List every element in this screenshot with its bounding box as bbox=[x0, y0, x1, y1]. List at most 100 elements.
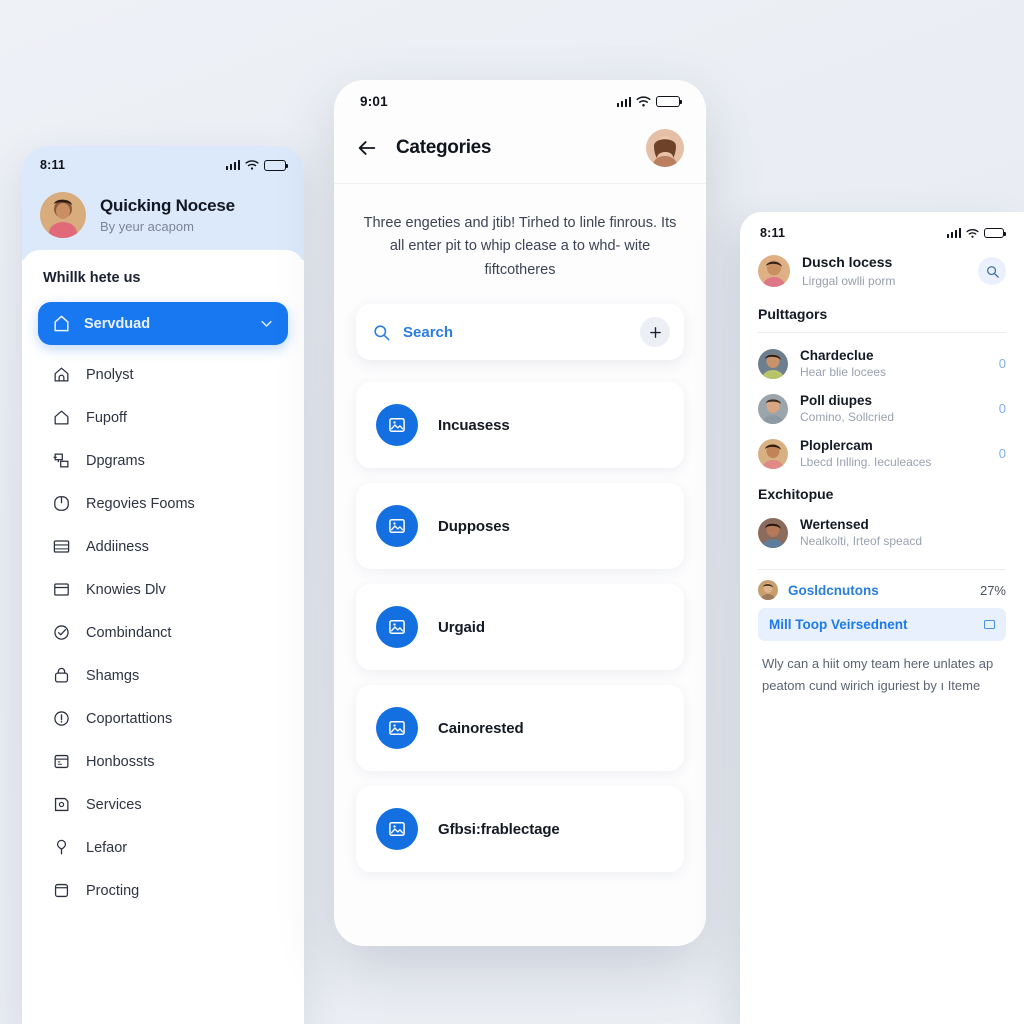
status-badge: 0 bbox=[998, 401, 1006, 416]
sidebar-item-shamgs[interactable]: Shamgs bbox=[38, 654, 288, 697]
alert-circle-icon bbox=[54, 711, 69, 726]
highlighted-item-label: Mill Toop Veirsednent bbox=[769, 617, 908, 632]
add-button[interactable] bbox=[640, 317, 670, 348]
sidebar-section-title: Whillk hete us bbox=[43, 270, 141, 286]
status-time: 9:01 bbox=[360, 94, 388, 109]
sidebar-item-servduad[interactable]: Servduad bbox=[38, 302, 288, 345]
footer-section: Gosldcnutons 27% Mill Toop Veirsednent W… bbox=[740, 570, 1024, 698]
sidebar-item-label: Pnolyst bbox=[86, 366, 134, 383]
list-item-subtitle: Comino, Sollcried bbox=[800, 410, 895, 424]
list-item[interactable]: Urgaid bbox=[356, 584, 684, 671]
check-circle-icon bbox=[54, 625, 69, 640]
avatar[interactable] bbox=[758, 438, 788, 469]
list-item-name: Wertensed bbox=[800, 517, 869, 532]
sidebar-item-honbossts[interactable]: Honbossts bbox=[38, 740, 288, 783]
avatar[interactable] bbox=[758, 580, 778, 600]
search-bar[interactable]: Search bbox=[356, 304, 684, 361]
avatar[interactable] bbox=[646, 129, 684, 167]
sidebar-item-label: Honbossts bbox=[86, 753, 155, 770]
sidebar-item-combindanct[interactable]: Combindanct bbox=[38, 611, 288, 654]
search-button[interactable] bbox=[978, 257, 1006, 285]
contact-subtitle: Lirggal owlli porm bbox=[802, 274, 896, 288]
image-icon bbox=[376, 404, 418, 447]
progress-percent: 27% bbox=[979, 582, 1006, 598]
signal-bars-icon bbox=[616, 96, 631, 107]
sidebar-item-fupoff[interactable]: Fupoff bbox=[38, 396, 288, 439]
list-item[interactable]: Wertensed Nealkolti, Irteof speacd bbox=[740, 510, 1024, 555]
sidebar-item-knowies-dlv[interactable]: Knowies Dlv bbox=[38, 568, 288, 611]
window-icon bbox=[54, 583, 69, 596]
sidebar-item-procting[interactable]: Procting bbox=[38, 869, 288, 912]
image-icon bbox=[376, 707, 418, 750]
window-small-icon bbox=[984, 620, 995, 629]
search-input[interactable]: Search bbox=[403, 324, 628, 341]
sidebar-item-lefaor[interactable]: Lefaor bbox=[38, 826, 288, 869]
sidebar-item-addiiness[interactable]: Addiiness bbox=[38, 525, 288, 568]
sidebar-item-services[interactable]: Services bbox=[38, 783, 288, 826]
calendar-icon bbox=[54, 754, 69, 769]
arrow-left-icon[interactable] bbox=[356, 137, 378, 159]
battery-icon bbox=[264, 159, 289, 171]
list-item[interactable]: Gfbsi:frablectage bbox=[356, 786, 684, 873]
list-item[interactable]: Cainorested bbox=[356, 685, 684, 772]
status-badge: 0 bbox=[998, 356, 1006, 371]
status-time: 8:11 bbox=[40, 158, 66, 172]
right-phone-panel: 8:11 Dusch locess Lirggal owlli porm Pul… bbox=[740, 212, 1024, 1024]
image-icon bbox=[376, 808, 418, 851]
image-icon bbox=[376, 505, 418, 548]
table-icon bbox=[53, 540, 70, 553]
home-alt-icon bbox=[54, 367, 69, 382]
list-item-subtitle: Lbecd Inlling. Ieculeaces bbox=[800, 455, 932, 469]
archive-icon bbox=[54, 883, 69, 898]
list-item-name: Poll diupes bbox=[800, 393, 873, 408]
search-icon bbox=[374, 325, 390, 341]
sidebar-item-label: Knowies Dlv bbox=[86, 581, 166, 598]
divider bbox=[758, 332, 1006, 333]
plus-icon bbox=[649, 327, 661, 338]
sidebar-item-dpgrams[interactable]: Dpgrams bbox=[38, 439, 288, 482]
search-icon bbox=[986, 265, 999, 278]
left-phone-header: 8:11 Quicking Nocese By yeur acapom bbox=[22, 146, 304, 260]
sidebar-item-label: Shamgs bbox=[86, 667, 140, 684]
clock-icon bbox=[54, 496, 69, 511]
sidebar-item-label: Dpgrams bbox=[86, 452, 145, 469]
lock-icon bbox=[54, 667, 69, 683]
avatar[interactable] bbox=[758, 255, 790, 287]
contact-header[interactable]: Dusch locess Lirggal owlli porm bbox=[740, 248, 1024, 302]
sidebar-item-pnolyst[interactable]: Pnolyst bbox=[38, 353, 288, 396]
list-item-label: Dupposes bbox=[438, 517, 510, 535]
sidebar-item-regovies-fooms[interactable]: Regovies Fooms bbox=[38, 482, 288, 525]
wifi-icon bbox=[245, 160, 259, 170]
wifi-icon bbox=[966, 228, 979, 238]
highlighted-item[interactable]: Mill Toop Veirsednent bbox=[758, 608, 1006, 641]
footer-title: Gosldcnutons bbox=[788, 582, 879, 598]
sidebar-item-label: Fupoff bbox=[86, 409, 127, 426]
list-item-label: Urgaid bbox=[438, 618, 485, 636]
list-item-label: Cainorested bbox=[438, 719, 524, 737]
diagram-icon bbox=[53, 453, 69, 468]
status-badge: 0 bbox=[998, 446, 1006, 461]
app-header: Categories bbox=[334, 115, 706, 184]
sidebar-item-coportattions[interactable]: Coportattions bbox=[38, 697, 288, 740]
chevron-down-icon[interactable] bbox=[259, 316, 274, 331]
list-item-subtitle: Hear blie locees bbox=[800, 365, 887, 379]
profile-block[interactable]: Quicking Nocese By yeur acapom bbox=[40, 192, 286, 238]
list-item[interactable]: Incuasess bbox=[356, 382, 684, 469]
list-item[interactable]: Poll diupes Comino, Sollcried 0 bbox=[740, 386, 1024, 431]
avatar[interactable] bbox=[758, 393, 788, 424]
sidebar-item-label: Servduad bbox=[84, 315, 151, 332]
page-title: Categories bbox=[396, 137, 492, 158]
home-icon bbox=[54, 315, 69, 332]
footer-header[interactable]: Gosldcnutons 27% bbox=[758, 580, 1006, 600]
list-item[interactable]: Chardeclue Hear blie locees 0 bbox=[740, 341, 1024, 386]
home-outline-icon bbox=[54, 410, 69, 425]
wifi-icon bbox=[636, 96, 651, 107]
avatar[interactable] bbox=[758, 517, 788, 548]
battery-icon bbox=[656, 96, 683, 107]
avatar[interactable] bbox=[40, 192, 86, 238]
list-item[interactable]: Ploplercam Lbecd Inlling. Ieculeaces 0 bbox=[740, 431, 1024, 476]
avatar[interactable] bbox=[758, 348, 788, 379]
battery-icon bbox=[984, 228, 1007, 238]
group-title-pulttagors: Pulttagors bbox=[758, 306, 828, 322]
list-item[interactable]: Dupposes bbox=[356, 483, 684, 570]
